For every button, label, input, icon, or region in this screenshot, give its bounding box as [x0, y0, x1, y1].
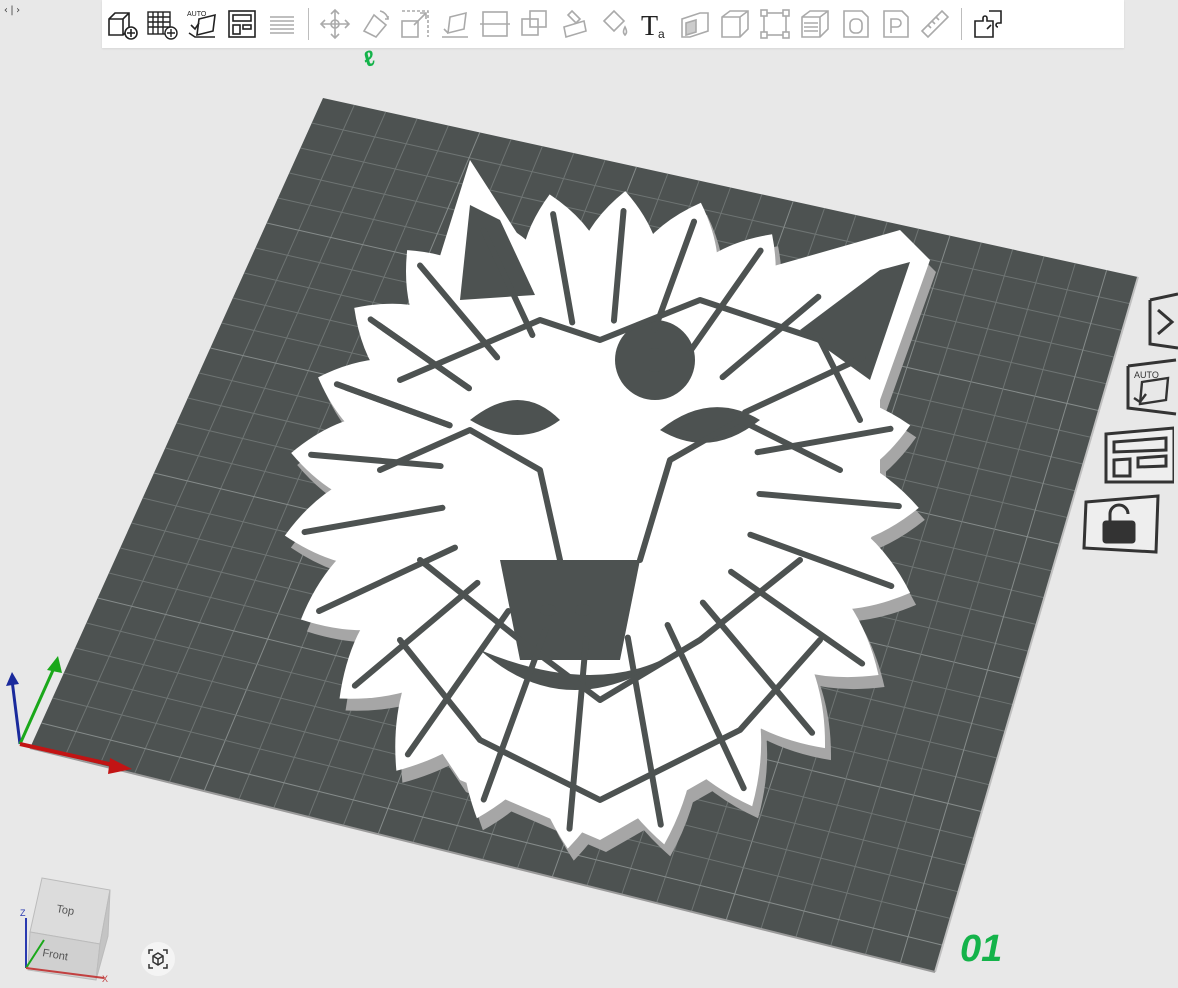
plate-number: 01	[960, 928, 1003, 970]
nostril-right	[575, 604, 591, 616]
fit-box-button[interactable]	[756, 5, 794, 43]
plate-p-icon	[883, 10, 909, 38]
cube-outline-icon	[721, 10, 749, 38]
auto-orient-icon: AUTO	[187, 11, 216, 38]
text-tool-button[interactable]: T a	[636, 5, 674, 43]
svg-text:X: X	[102, 974, 108, 982]
chevron-right-icon	[1148, 292, 1178, 350]
split-parts-button[interactable]	[969, 5, 1007, 43]
color-paint-button[interactable]	[596, 5, 634, 43]
scale-button[interactable]	[396, 5, 434, 43]
auto-orient-icon: AUTO	[1126, 358, 1177, 416]
svg-tool-button[interactable]	[676, 5, 714, 43]
rotate-button[interactable]	[356, 5, 394, 43]
svg-text:AUTO: AUTO	[1134, 370, 1159, 380]
auto-orient-side-button[interactable]: AUTO	[1120, 358, 1178, 416]
layers-icon	[270, 16, 294, 34]
arrange-side-button[interactable]	[1100, 424, 1176, 488]
add-cube-icon	[108, 12, 138, 40]
variable-layer-button[interactable]	[796, 5, 834, 43]
fit-view-icon	[148, 949, 168, 969]
lock-open-icon	[1082, 494, 1160, 554]
fit-view-button[interactable]	[141, 942, 175, 976]
lay-on-face-button[interactable]	[436, 5, 474, 43]
svg-text:Z: Z	[20, 908, 26, 918]
arrange-button[interactable]	[223, 5, 261, 43]
svg-text:AUTO: AUTO	[187, 11, 207, 18]
support-paint-icon	[563, 9, 587, 39]
bounding-box-icon	[760, 9, 790, 39]
svg-text:a: a	[658, 27, 665, 41]
add-grid-icon	[147, 11, 178, 40]
move-button[interactable]	[316, 5, 354, 43]
muzzle-cut	[500, 560, 640, 660]
collapse-panel-button[interactable]	[1144, 292, 1178, 350]
scale-icon	[401, 10, 429, 38]
main-toolbar: AUTO T a	[102, 0, 1124, 48]
place-on-plate-button[interactable]	[876, 5, 914, 43]
hollow-button[interactable]	[836, 5, 874, 43]
3d-viewport[interactable]: ‹|› AUTO T a AUTO ℓ 01 Top Front Z X	[0, 0, 1178, 988]
auto-orient-button[interactable]: AUTO	[183, 5, 221, 43]
hollow-icon	[843, 10, 869, 38]
measure-button[interactable]	[916, 5, 954, 43]
cut-icon	[480, 11, 510, 37]
text-tool-icon: T a	[641, 11, 665, 41]
add-plate-button[interactable]	[143, 5, 181, 43]
arrange-icon	[228, 10, 256, 38]
paint-bucket-icon	[602, 9, 628, 37]
svg-text:T: T	[641, 11, 658, 41]
forehead-emblem-center	[643, 348, 667, 372]
view-cube[interactable]: Top Front Z X	[18, 872, 118, 982]
nostril-left	[540, 604, 556, 616]
emboss-icon	[681, 12, 709, 38]
layer-stack-icon	[801, 10, 829, 38]
toolbar-separator	[308, 8, 309, 40]
ruler-icon	[920, 9, 950, 39]
layers-button[interactable]	[263, 5, 301, 43]
lay-flat-icon	[442, 11, 468, 38]
add-object-button[interactable]	[103, 5, 141, 43]
lock-button[interactable]	[1080, 492, 1160, 558]
arrange-icon	[1104, 426, 1176, 484]
rotate-icon	[362, 10, 389, 38]
boolean-button[interactable]	[516, 5, 554, 43]
boolean-icon	[521, 10, 547, 36]
scene-canvas[interactable]	[0, 0, 1178, 988]
measure-box-button[interactable]	[716, 5, 754, 43]
puzzle-split-icon	[974, 10, 1002, 38]
cut-button[interactable]	[476, 5, 514, 43]
support-paint-button[interactable]	[556, 5, 594, 43]
move-icon	[319, 8, 351, 40]
panel-toggle-button[interactable]: ‹|›	[2, 2, 22, 18]
toolbar-separator	[961, 8, 962, 40]
